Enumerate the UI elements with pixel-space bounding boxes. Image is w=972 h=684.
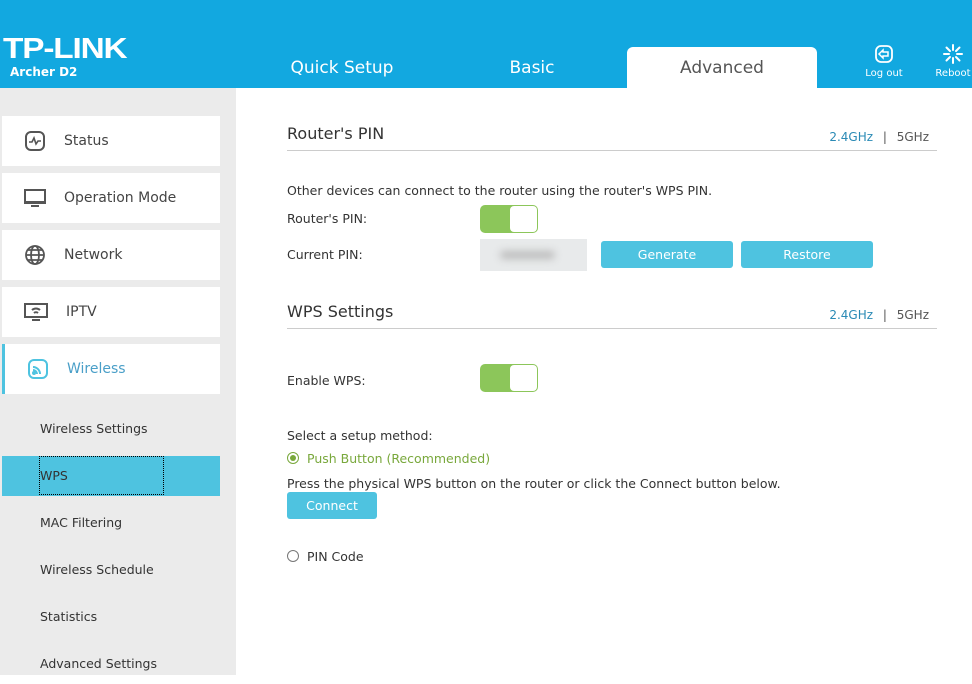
- tp-link-logo: TP-LINK: [3, 33, 128, 65]
- header: TP-LINK Archer D2 Quick Setup Basic Adva…: [0, 0, 972, 88]
- routers-pin-title: Router's PIN: [287, 124, 385, 143]
- push-button-radio[interactable]: [287, 452, 299, 464]
- push-button-label[interactable]: Push Button (Recommended): [307, 451, 490, 466]
- divider: [287, 150, 937, 151]
- sidebar-item-status[interactable]: Status: [2, 116, 220, 166]
- submenu-statistics[interactable]: Statistics: [2, 597, 220, 637]
- sidebar-item-iptv[interactable]: IPTV: [2, 287, 220, 337]
- current-pin-label: Current PIN:: [287, 247, 363, 262]
- pin-code-label[interactable]: PIN Code: [307, 549, 364, 564]
- band-separator: |: [882, 308, 887, 322]
- sidebar-item-label: IPTV: [66, 304, 97, 320]
- logout-button[interactable]: Log out: [859, 44, 909, 79]
- routers-pin-label: Router's PIN:: [287, 211, 368, 226]
- sidebar-item-label: Wireless: [67, 361, 126, 377]
- wireless-icon: [28, 359, 48, 379]
- divider: [287, 328, 937, 329]
- wps-settings-title: WPS Settings: [287, 302, 394, 321]
- submenu-wireless-schedule[interactable]: Wireless Schedule: [2, 550, 220, 590]
- monitor-icon: [24, 189, 46, 207]
- sidebar-item-label: Network: [64, 247, 123, 263]
- routers-pin-description: Other devices can connect to the router …: [287, 183, 713, 198]
- sidebar-item-label: Operation Mode: [64, 190, 177, 206]
- sidebar: Status Operation Mode Network IPTV Wirel…: [0, 88, 236, 675]
- enable-wps-label: Enable WPS:: [287, 373, 366, 388]
- pin-code-radio[interactable]: [287, 550, 299, 562]
- tab-advanced[interactable]: Advanced: [627, 47, 817, 88]
- enable-wps-toggle[interactable]: [480, 364, 538, 392]
- band-5ghz-link[interactable]: 5GHz: [897, 130, 929, 144]
- submenu-label: WPS: [39, 456, 164, 495]
- iptv-icon: [24, 303, 48, 321]
- sidebar-item-operation-mode[interactable]: Operation Mode: [2, 173, 220, 223]
- submenu-wps[interactable]: WPS: [2, 456, 220, 496]
- logout-icon: [875, 45, 893, 63]
- current-pin-value: [480, 239, 587, 271]
- restore-button[interactable]: Restore: [741, 241, 873, 268]
- tab-quick-setup[interactable]: Quick Setup: [247, 47, 437, 88]
- logout-label: Log out: [865, 68, 903, 79]
- push-button-description: Press the physical WPS button on the rou…: [287, 476, 781, 491]
- band-separator: |: [882, 130, 887, 144]
- submenu-advanced-settings[interactable]: Advanced Settings: [2, 644, 220, 684]
- submenu-wireless-settings[interactable]: Wireless Settings: [2, 409, 220, 449]
- sidebar-item-network[interactable]: Network: [2, 230, 220, 280]
- band-selector: 2.4GHz | 5GHz: [829, 130, 929, 144]
- reboot-icon: [943, 44, 963, 64]
- setup-method-label: Select a setup method:: [287, 428, 433, 443]
- routers-pin-toggle[interactable]: [480, 205, 538, 233]
- tab-basic[interactable]: Basic: [437, 47, 627, 88]
- band-24ghz-link[interactable]: 2.4GHz: [829, 130, 873, 144]
- globe-icon: [25, 245, 45, 265]
- sidebar-item-label: Status: [64, 133, 109, 149]
- band-24ghz-link[interactable]: 2.4GHz: [829, 308, 873, 322]
- generate-button[interactable]: Generate: [601, 241, 733, 268]
- band-5ghz-link[interactable]: 5GHz: [897, 308, 929, 322]
- model-name: Archer D2: [10, 65, 78, 79]
- connect-button[interactable]: Connect: [287, 492, 377, 519]
- sidebar-item-wireless[interactable]: Wireless: [2, 344, 220, 394]
- reboot-button[interactable]: Reboot: [928, 44, 972, 79]
- band-selector: 2.4GHz | 5GHz: [829, 308, 929, 322]
- reboot-label: Reboot: [935, 68, 971, 79]
- submenu-mac-filtering[interactable]: MAC Filtering: [2, 503, 220, 543]
- status-icon: [25, 131, 45, 151]
